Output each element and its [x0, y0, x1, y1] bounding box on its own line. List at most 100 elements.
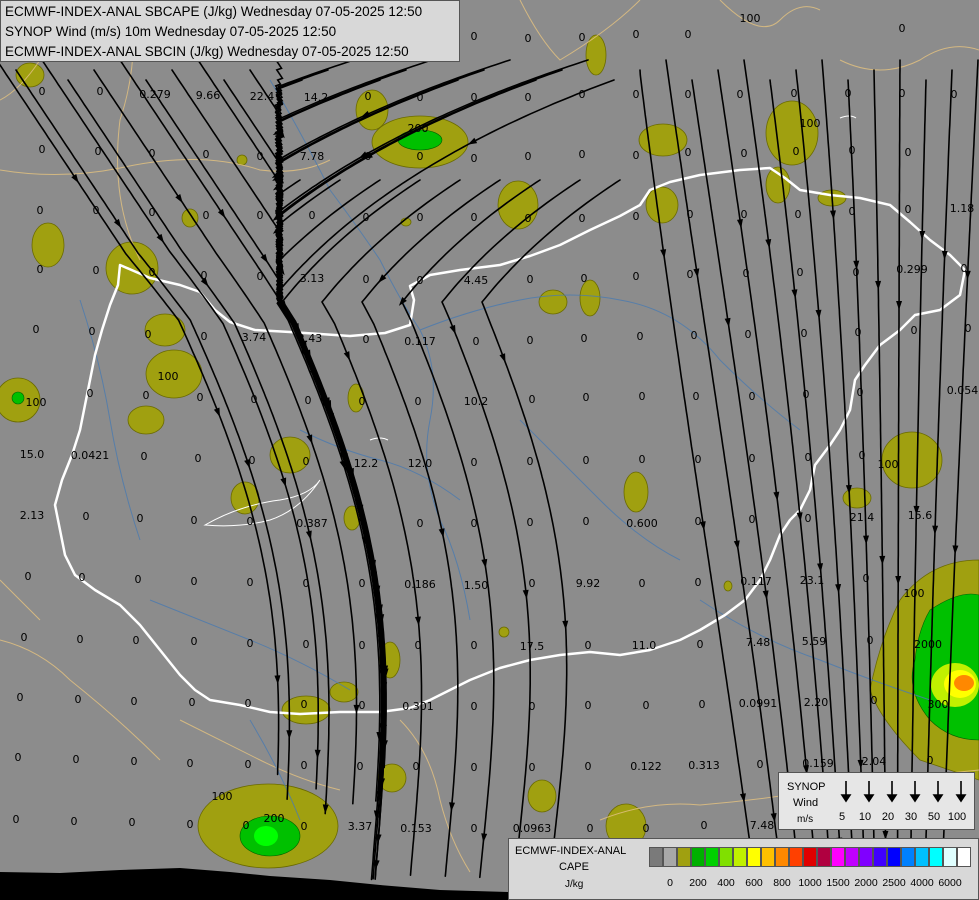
cape-value-label: 0 [135, 573, 142, 586]
cape-value-label: 0 [905, 203, 912, 216]
title-synop-wind: SYNOP Wind (m/s) 10m Wednesday 07-05-202… [5, 24, 337, 39]
cape-area [538, 289, 568, 315]
cape-value-label: 0 [745, 328, 752, 341]
cape-legend-swatch [677, 847, 691, 867]
cape-value-label: 0 [249, 454, 256, 467]
cape-legend-swatch [789, 847, 803, 867]
cape-value-label: 0 [529, 577, 536, 590]
cape-value-label: 0 [695, 453, 702, 466]
cape-legend-swatch [747, 847, 761, 867]
cape-value-label: 0.159 [802, 757, 834, 770]
cape-value-label: 100 [740, 12, 761, 25]
cape-value-label: 2000 [914, 638, 942, 651]
cape-value-label: 100 [800, 117, 821, 130]
cape-value-label: 0 [961, 262, 968, 275]
cape-value-label: 0 [365, 90, 372, 103]
cape-value-label: 0 [73, 753, 80, 766]
cape-value-label: 0.279 [139, 88, 171, 101]
cape-value-label: 0 [203, 148, 210, 161]
cape-value-label: 9.92 [576, 577, 601, 590]
cape-value-label: 0 [417, 517, 424, 530]
cape-value-label: 0 [639, 453, 646, 466]
cape-value-label: 0 [633, 270, 640, 283]
cape-value-label: 0.122 [630, 760, 662, 773]
cape-color-legend: ECMWF-INDEX-ANAL CAPE J/kg 0 200 400 600 800… [508, 838, 979, 900]
cape-legend-swatch [663, 847, 677, 867]
cape-legend-swatch [929, 847, 943, 867]
cape-value-label: 0 [39, 85, 46, 98]
cape-value-label: 0 [905, 146, 912, 159]
synop-legend-tick: 20 [881, 811, 895, 823]
cape-value-label: 0 [695, 576, 702, 589]
cape-value-label: 0.186 [404, 578, 436, 591]
cape-legend-swatch [957, 847, 971, 867]
cape-value-label: 0 [473, 335, 480, 348]
cape-value-label: 12.2 [354, 457, 379, 470]
cape-value-label: 0 [95, 145, 102, 158]
cape-value-label: 0 [359, 395, 366, 408]
cape-value-label: 0 [245, 758, 252, 771]
cape-value-label: 0 [471, 639, 478, 652]
cape-area [842, 487, 872, 509]
cape-value-label: 0.299 [896, 263, 928, 276]
cape-legend-tick: 1500 [826, 877, 850, 889]
cape-value-label: 0 [643, 699, 650, 712]
cape-area [329, 681, 359, 703]
cape-value-label: 0 [97, 85, 104, 98]
cape-value-label: 0 [633, 149, 640, 162]
cape-area [31, 222, 65, 268]
cape-value-label: 5.59 [802, 635, 827, 648]
cape-value-label: 0 [187, 757, 194, 770]
cape-value-label: 15.6 [908, 509, 933, 522]
cape-value-label: 0 [749, 452, 756, 465]
cape-value-label: 0 [83, 510, 90, 523]
cape-legend-swatch [817, 847, 831, 867]
cape-legend-tick: 2000 [854, 877, 878, 889]
cape-value-label: 0 [697, 638, 704, 651]
cape-value-label: 0.313 [688, 759, 720, 772]
cape-value-label: 0 [33, 323, 40, 336]
cape-value-label: 0 [301, 698, 308, 711]
cape-value-label: 0 [639, 577, 646, 590]
cape-value-label: 0 [741, 208, 748, 221]
cape-value-label: 2.20 [804, 696, 829, 709]
cape-legend-swatch [761, 847, 775, 867]
cape-value-label: 0 [687, 268, 694, 281]
cape-value-label: 0 [191, 635, 198, 648]
cape-value-label: 0 [797, 266, 804, 279]
cape-value-label: 0 [25, 570, 32, 583]
cape-value-label: 0 [415, 639, 422, 652]
cape-value-label: 0 [137, 512, 144, 525]
cape-value-label: 100 [26, 396, 47, 409]
cape-value-label: 0.0541 [947, 384, 979, 397]
cape-value-label: 0 [583, 391, 590, 404]
cape-value-label: 0 [581, 272, 588, 285]
cape-legend-tick: 600 [745, 877, 763, 889]
cape-value-label: 0 [685, 88, 692, 101]
cape-value-label: 0 [471, 700, 478, 713]
cape-value-label: 0 [805, 512, 812, 525]
cape-value-label: 0 [585, 699, 592, 712]
cape-value-label: 21.4 [850, 511, 875, 524]
cape-legend-tick: 0 [667, 877, 673, 889]
cape-value-label: 3.13 [300, 272, 325, 285]
cape-legend-swatch [733, 847, 747, 867]
cape-legend-tick: 2500 [882, 877, 906, 889]
cape-value-label: 0 [89, 325, 96, 338]
cape-value-label: 0 [579, 212, 586, 225]
cape-legend-swatch [803, 847, 817, 867]
cape-legend-unit: J/kg [565, 879, 584, 890]
cape-value-label: 0 [853, 266, 860, 279]
cape-value-label: 0 [257, 150, 264, 163]
cape-value-label: 2.04 [862, 755, 887, 768]
synop-legend-tick: 5 [838, 811, 846, 823]
cape-value-label: 0 [187, 818, 194, 831]
cape-value-label: 100 [212, 790, 233, 803]
cape-value-label: 0 [637, 330, 644, 343]
synop-legend-tick: 50 [927, 811, 941, 823]
cape-area [954, 675, 974, 691]
cape-value-label: 0 [203, 209, 210, 222]
cape-value-label: 0.117 [740, 575, 772, 588]
cape-value-label: 0 [793, 145, 800, 158]
cape-value-label: 0 [37, 263, 44, 276]
